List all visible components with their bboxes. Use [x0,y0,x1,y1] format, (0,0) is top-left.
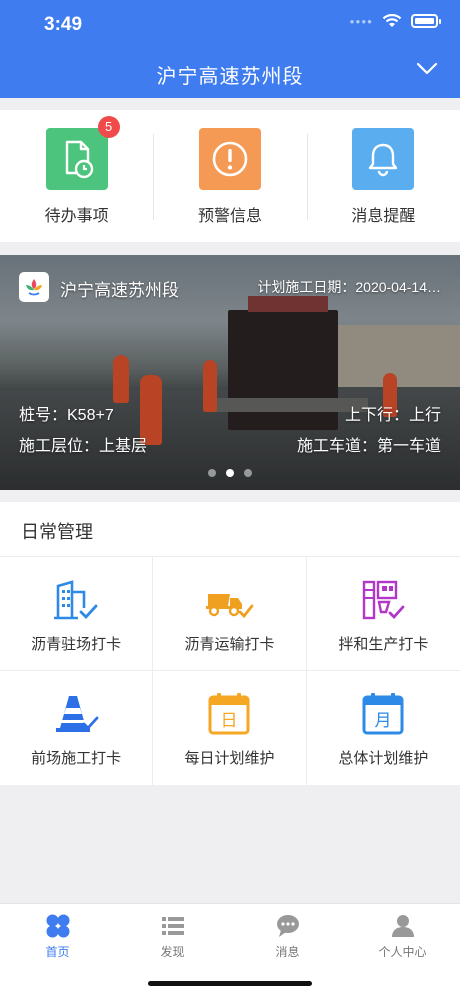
tab-label: 发现 [160,945,185,959]
status-time: 3:49 [44,14,83,35]
wifi-icon [382,14,402,27]
mixing-production-checkin-button[interactable]: 拌和生产打卡 [306,557,460,671]
todo-document-clock-icon: 5 [45,116,120,190]
grid-item-label: 拌和生产打卡 [338,636,429,653]
warning-label: 预警信息 [197,208,262,225]
carousel-indicator [0,469,460,477]
person-icon [391,915,414,937]
list-icon [161,917,184,935]
mixing-plant-check-icon [358,577,408,623]
project-logo [19,272,49,302]
carousel-dot[interactable] [208,469,216,477]
daily-grid: 沥青驻场打卡 沥青运输打卡 拌和生产打卡 前场施工打卡 日 每日计划维护 月 总… [0,557,460,785]
banner-layer: 施工层位：上基层 [19,438,148,455]
notification-button[interactable]: 消息提醒 [306,110,460,242]
project-banner[interactable]: 沪宁高速苏州段 计划施工日期：2020-04-14… 桩号：K58+7 上下行：… [0,255,460,490]
signal-icon: ●●●● [349,16,373,26]
tab-label: 首页 [45,945,70,959]
banner-lane: 施工车道：第一车道 [296,438,441,455]
tab-label: 消息 [275,945,300,959]
home-grid-icon [46,914,69,938]
status-icons: ●●●● [349,14,441,28]
page-title[interactable]: 沪宁高速苏州段 [0,60,460,89]
warning-button[interactable]: 预警信息 [153,110,306,242]
notification-label: 消息提醒 [351,208,416,225]
front-construction-checkin-button[interactable]: 前场施工打卡 [0,671,154,785]
traffic-cone-check-icon [51,691,101,737]
battery-icon [411,14,441,28]
asphalt-site-checkin-button[interactable]: 沥青驻场打卡 [0,557,154,671]
overall-plan-maintenance-button[interactable]: 月 总体计划维护 [307,671,460,785]
tab-home[interactable]: 首页 [0,904,115,996]
grid-item-label: 总体计划维护 [338,750,429,767]
banner-project-name: 沪宁高速苏州段 [60,281,179,300]
dump-truck-check-icon [204,577,254,623]
daily-management-section: 日常管理 沥青驻场打卡 沥青运输打卡 拌和生产打卡 前场施工打卡 日 每日计划维… [0,502,460,785]
calendar-month-icon: 月 [358,691,408,737]
todo-count-badge: 5 [97,116,120,138]
banner-direction: 上下行：上行 [344,407,441,424]
todo-button[interactable]: 5 待办事项 [0,110,153,242]
svg-text:日: 日 [221,711,238,731]
chevron-down-icon[interactable] [416,62,438,76]
grid-item-label: 沥青运输打卡 [184,636,275,653]
home-indicator[interactable] [148,981,312,986]
grid-item-label: 沥青驻场打卡 [31,636,122,653]
grid-item-label: 前场施工打卡 [31,750,122,767]
section-title: 日常管理 [21,522,93,542]
daily-plan-maintenance-button[interactable]: 日 每日计划维护 [153,671,307,785]
building-check-icon [51,577,101,623]
app-header: 3:49 ●●●● 沪宁高速苏州段 [0,0,460,98]
quick-actions: 5 待办事项 预警信息 消息提醒 [0,110,460,242]
banner-plan-date: 计划施工日期：2020-04-14… [257,279,441,295]
carousel-dot[interactable] [244,469,252,477]
todo-label: 待办事项 [44,208,109,225]
bell-icon [352,128,415,190]
tab-label: 个人中心 [378,945,427,959]
svg-text:月: 月 [375,711,392,731]
calendar-day-icon: 日 [204,691,254,737]
carousel-dot-active[interactable] [226,469,234,477]
grid-item-label: 每日计划维护 [184,750,275,767]
warning-exclamation-icon [198,128,261,190]
asphalt-transport-checkin-button[interactable]: 沥青运输打卡 [153,557,307,671]
banner-stake: 桩号：K58+7 [19,407,114,424]
tab-profile[interactable]: 个人中心 [345,904,460,996]
chat-bubble-icon [276,915,299,937]
